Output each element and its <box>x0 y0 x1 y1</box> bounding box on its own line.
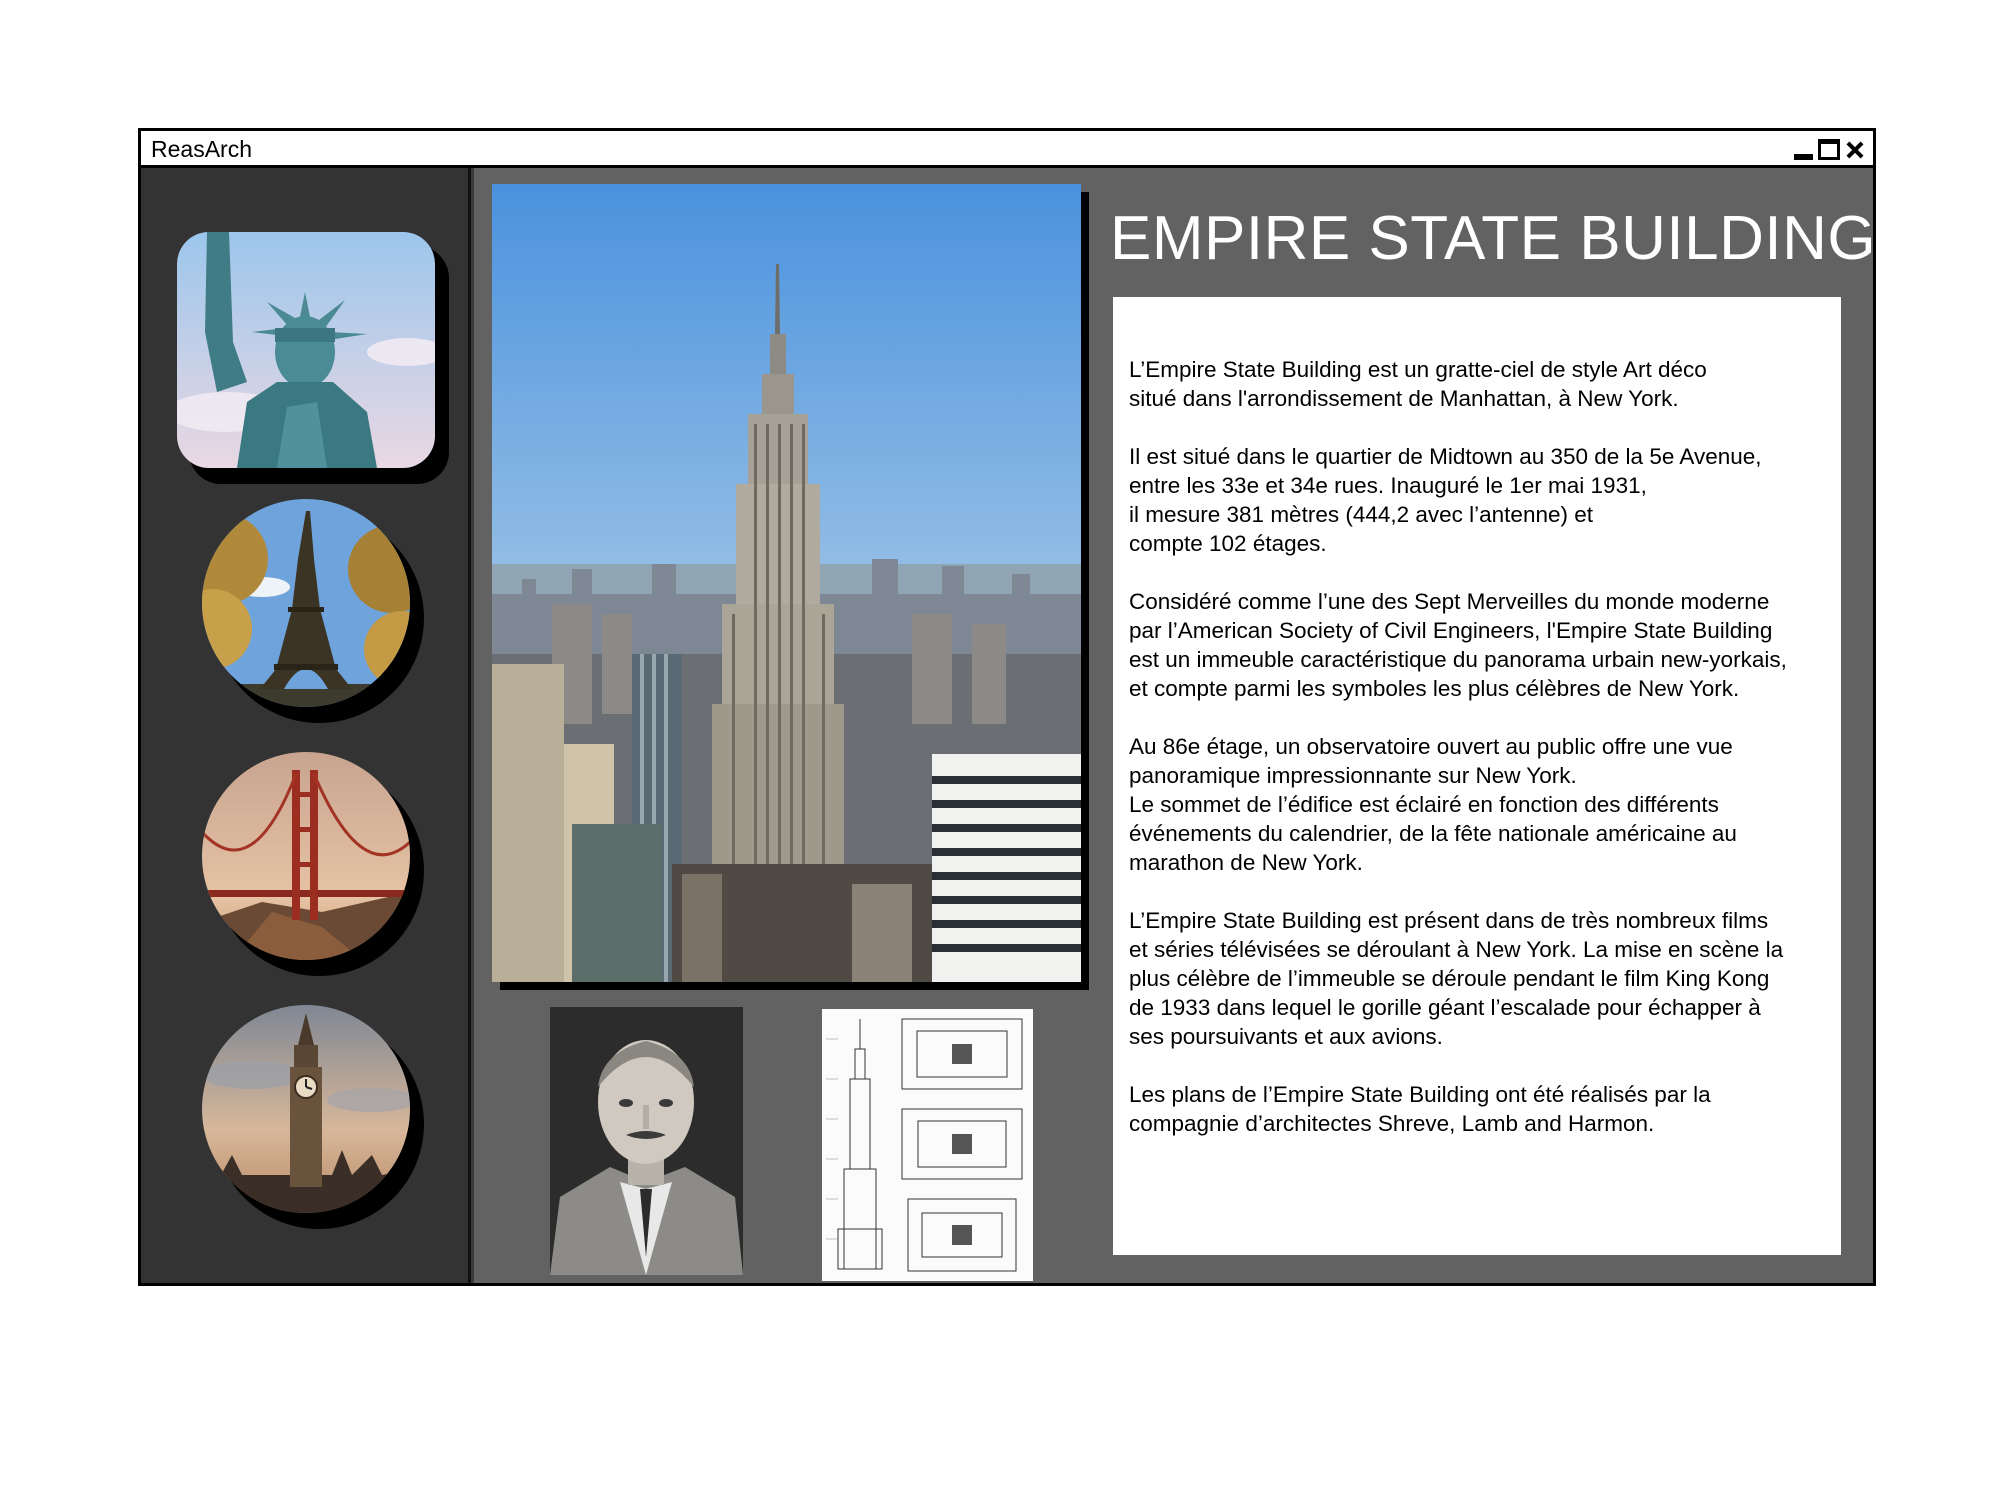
big-ben-icon <box>202 1005 410 1213</box>
close-icon[interactable] <box>1845 140 1865 160</box>
floor-plan-icon <box>822 1009 1033 1281</box>
sidebar-item-golden-gate-bridge[interactable] <box>202 752 410 960</box>
article-paragraph: Considéré comme l’une des Sept Merveille… <box>1129 589 1787 701</box>
maximize-icon[interactable] <box>1818 139 1840 160</box>
page-title: EMPIRE STATE BUILDING <box>1110 204 1877 273</box>
sidebar-item-big-ben[interactable] <box>202 1005 410 1213</box>
portrait-icon <box>550 1007 743 1275</box>
article-paragraph: L’Empire State Building est un gratte-ci… <box>1129 357 1707 411</box>
empire-state-building-photo[interactable] <box>492 184 1081 982</box>
sidebar-item-statue-of-liberty[interactable] <box>177 232 435 468</box>
article-paragraph: L’Empire State Building est présent dans… <box>1129 908 1784 1049</box>
sidebar-item-eiffel-tower[interactable] <box>202 499 410 707</box>
eiffel-tower-icon <box>202 499 410 707</box>
app-title: ReasArch <box>151 136 252 162</box>
window-controls <box>1794 139 1865 160</box>
empire-state-building-icon <box>492 184 1081 982</box>
title-bar[interactable]: ReasArch <box>141 131 1873 168</box>
article-text-panel: L’Empire State Building est un gratte-ci… <box>1113 297 1841 1255</box>
architect-portrait-photo[interactable] <box>550 1007 743 1275</box>
floor-plan-drawing[interactable] <box>822 1009 1033 1281</box>
minimize-icon[interactable] <box>1794 154 1813 160</box>
statue-of-liberty-icon <box>177 232 435 468</box>
golden-gate-bridge-icon <box>202 752 410 960</box>
article-paragraph: Au 86e étage, un observatoire ouvert au … <box>1129 734 1737 875</box>
article-paragraph: Les plans de l’Empire State Building ont… <box>1129 1082 1711 1136</box>
article-paragraph: Il est situé dans le quartier de Midtown… <box>1129 444 1762 556</box>
